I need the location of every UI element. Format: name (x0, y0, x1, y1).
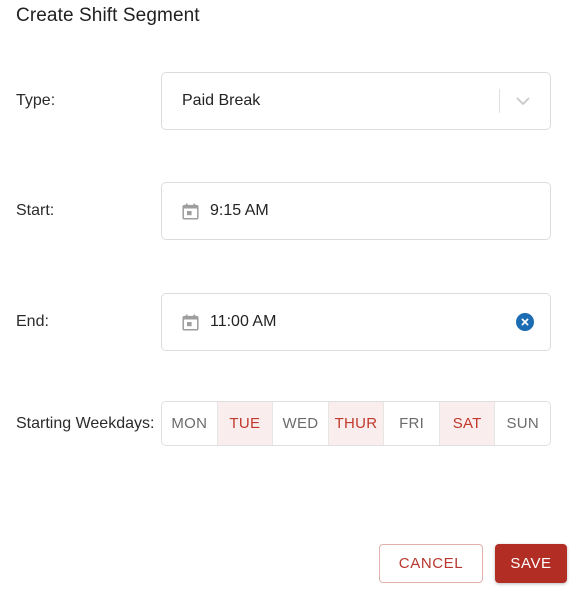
form-row-start: Start: 9:15 AM (0, 182, 583, 240)
clear-circle-icon[interactable] (516, 313, 534, 331)
calendar-icon[interactable] (182, 314, 199, 331)
weekday-cell-mon[interactable]: MON (162, 402, 218, 445)
start-time-value: 9:15 AM (210, 202, 269, 219)
start-label: Start: (16, 202, 55, 219)
weekday-cell-wed[interactable]: WED (273, 402, 329, 445)
form-row-weekdays: Starting Weekdays: MON TUE WED THUR FRI … (0, 401, 583, 446)
type-select-affix (499, 73, 550, 129)
end-time-value: 11:00 AM (210, 313, 277, 330)
weekday-cell-tue[interactable]: TUE (217, 402, 274, 445)
create-shift-segment-dialog: Create Shift Segment Type: Paid Break St… (0, 0, 583, 593)
weekday-cell-sun[interactable]: SUN (495, 402, 550, 445)
chevron-down-icon[interactable] (512, 90, 534, 112)
type-select-value: Paid Break (182, 92, 261, 109)
save-button[interactable]: SAVE (495, 544, 567, 583)
end-time-input[interactable]: 11:00 AM (161, 293, 551, 351)
form-row-end: End: 11:00 AM (0, 293, 583, 351)
start-time-input[interactable]: 9:15 AM (161, 182, 551, 240)
type-label: Type: (16, 92, 56, 109)
type-select[interactable]: Paid Break (161, 72, 551, 130)
weekday-cell-fri[interactable]: FRI (384, 402, 440, 445)
page-title: Create Shift Segment (16, 5, 200, 26)
select-divider (499, 89, 500, 113)
weekday-toggle-group: MON TUE WED THUR FRI SAT SUN (161, 401, 551, 446)
weekday-cell-sat[interactable]: SAT (439, 402, 496, 445)
weekday-cell-thur[interactable]: THUR (328, 402, 385, 445)
form-row-type: Type: Paid Break (0, 72, 583, 130)
cancel-button[interactable]: CANCEL (379, 544, 483, 583)
calendar-icon[interactable] (182, 203, 199, 220)
end-label: End: (16, 313, 49, 330)
dialog-footer: CANCEL SAVE (379, 544, 567, 583)
starting-weekdays-label: Starting Weekdays: (16, 414, 155, 432)
